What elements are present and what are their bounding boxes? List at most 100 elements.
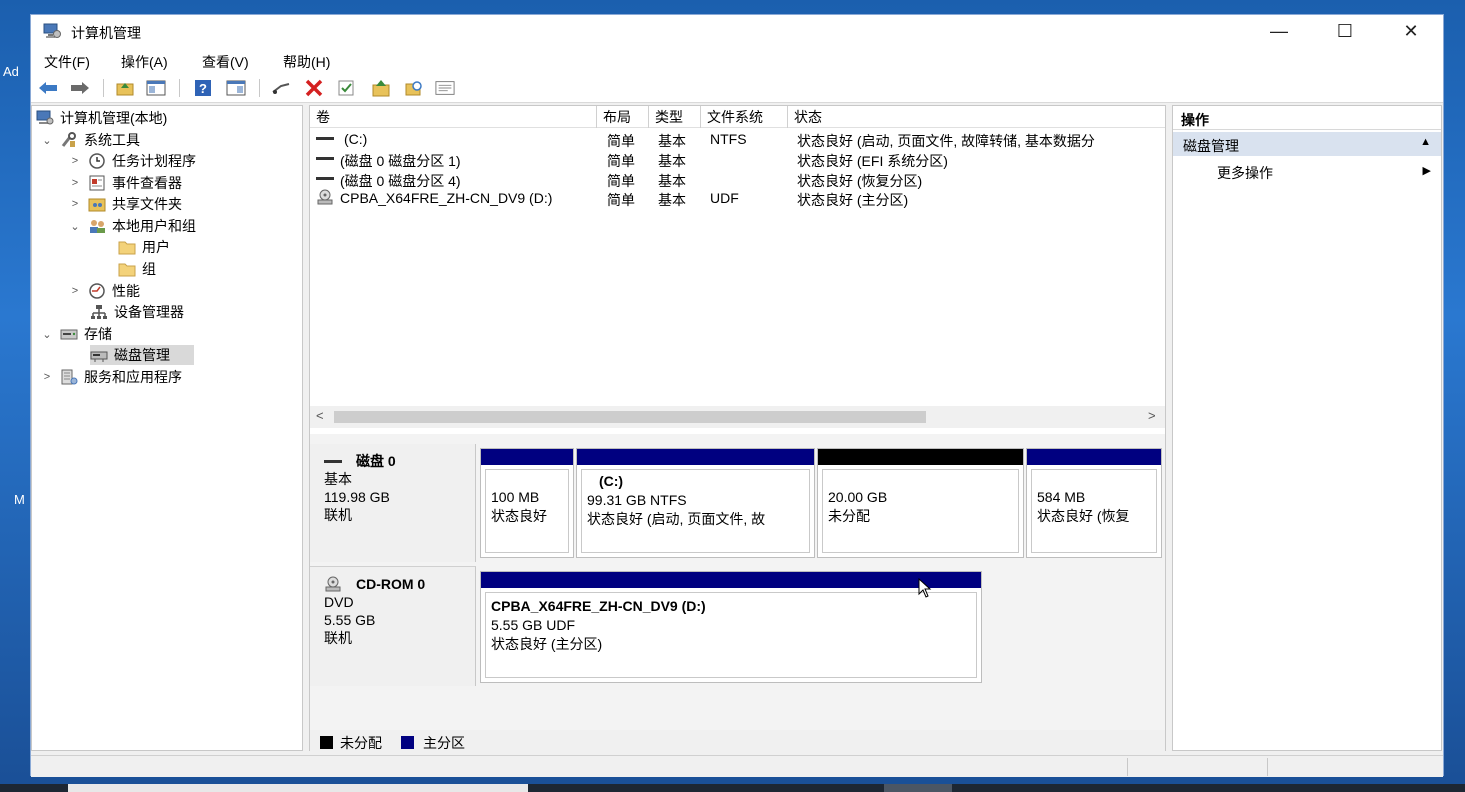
expand-toggle[interactable]: ⌄ <box>40 134 54 147</box>
tree-item-computer-management[interactable]: 计算机管理(本地) <box>36 108 167 128</box>
tree-item-local-users-groups[interactable]: ⌄ 本地用户和组 <box>68 216 196 236</box>
disk-type: 基本 <box>324 471 352 487</box>
tree-item-system-tools[interactable]: ⌄ 系统工具 <box>40 130 140 150</box>
tree-item-device-manager[interactable]: 设备管理器 <box>90 302 184 322</box>
folder-icon <box>118 241 136 255</box>
partition[interactable]: 100 MB 状态良好 <box>480 448 574 558</box>
volume-layout: 简单 <box>607 153 635 169</box>
tree-item-shared-folders[interactable]: > 共享文件夹 <box>68 194 182 214</box>
partition-recovery[interactable]: 584 MB 状态良好 (恢复 <box>1026 448 1162 558</box>
tree-item-storage[interactable]: ⌄ 存储 <box>40 324 112 344</box>
forward-arrow-icon[interactable] <box>70 78 90 98</box>
column-header-filesystem[interactable]: 文件系统 <box>701 106 788 128</box>
maximize-button[interactable]: ☐ <box>1312 15 1378 47</box>
back-arrow-icon[interactable] <box>38 78 58 98</box>
expand-toggle[interactable]: > <box>40 371 54 383</box>
clock-icon <box>89 153 105 169</box>
computer-management-window: 计算机管理 — ☐ ✕ 文件(F) 操作(A) 查看(V) 帮助(H) ? 计算… <box>30 14 1444 777</box>
partition-unallocated[interactable]: 20.00 GB 未分配 <box>817 448 1024 558</box>
volume-layout: 简单 <box>607 192 635 208</box>
tree-item-task-scheduler[interactable]: > 任务计划程序 <box>68 151 196 171</box>
volume-type: 基本 <box>658 133 686 149</box>
menu-action[interactable]: 操作(A) <box>121 52 168 72</box>
tree-label: 设备管理器 <box>114 304 184 320</box>
computer-mgmt-icon <box>36 110 54 125</box>
minimize-button[interactable]: — <box>1246 15 1312 47</box>
delete-icon[interactable] <box>304 78 324 98</box>
disk-state: 联机 <box>324 630 352 646</box>
close-button[interactable]: ✕ <box>1378 15 1444 47</box>
scroll-right-arrow-icon[interactable]: > <box>1148 408 1156 423</box>
column-header-layout[interactable]: 布局 <box>597 106 649 128</box>
menu-file[interactable]: 文件(F) <box>44 52 90 72</box>
column-header-type[interactable]: 类型 <box>649 106 701 128</box>
check-icon[interactable] <box>336 78 356 98</box>
scrollbar-thumb[interactable] <box>334 411 926 423</box>
collapse-arrow-icon[interactable]: ▲ <box>1420 136 1431 148</box>
legend: 未分配 主分区 <box>310 730 1165 752</box>
volume-name: CPBA_X64FRE_ZH-CN_DV9 (D:) <box>340 190 553 206</box>
scroll-left-arrow-icon[interactable]: < <box>316 408 324 423</box>
partition-status: 状态良好 <box>491 508 547 524</box>
section-label: 磁盘管理 <box>1183 138 1239 154</box>
tree-item-event-viewer[interactable]: > 事件查看器 <box>68 173 182 193</box>
disk-name: CD-ROM 0 <box>356 576 426 592</box>
up-folder-icon[interactable] <box>115 78 135 98</box>
volume-row[interactable]: (磁盘 0 磁盘分区 4) 简单 基本 状态良好 (恢复分区) <box>310 169 1165 189</box>
tree-label: 计算机管理(本地) <box>60 110 168 126</box>
partition-cdrom[interactable]: CPBA_X64FRE_ZH-CN_DV9 (D:) 5.55 GB UDF 状… <box>480 571 982 683</box>
menu-view[interactable]: 查看(V) <box>202 52 249 72</box>
taskbar-app-button[interactable] <box>884 784 952 792</box>
volume-icon <box>316 177 334 180</box>
tree-label: 用户 <box>142 239 170 255</box>
svg-text:?: ? <box>199 81 207 96</box>
tree-item-groups[interactable]: 组 <box>118 259 156 279</box>
volume-filesystem: NTFS <box>710 131 747 147</box>
properties-view-icon[interactable] <box>226 78 246 98</box>
tree-item-services-apps[interactable]: > 服务和应用程序 <box>40 367 182 387</box>
volume-row[interactable]: (C:) 简单 基本 NTFS 状态良好 (启动, 页面文件, 故障转储, 基本… <box>310 129 1165 149</box>
expand-toggle[interactable]: > <box>68 198 82 210</box>
partition-size: 5.55 GB UDF <box>491 617 576 633</box>
disk-size: 119.98 GB <box>324 489 390 505</box>
search-folder-icon[interactable] <box>404 78 424 98</box>
storage-icon <box>60 329 78 340</box>
tree-item-disk-management[interactable]: 磁盘管理 <box>90 345 194 365</box>
legend-swatch-unallocated <box>320 736 333 749</box>
up-level-icon[interactable] <box>371 78 391 98</box>
partition-c[interactable]: (C:) 99.31 GB NTFS 状态良好 (启动, 页面文件, 故 <box>576 448 815 558</box>
volume-row[interactable]: (磁盘 0 磁盘分区 1) 简单 基本 状态良好 (EFI 系统分区) <box>310 149 1165 169</box>
horizontal-scrollbar[interactable]: < > <box>310 406 1165 428</box>
actions-section-disk-management[interactable]: 磁盘管理 ▲ <box>1173 132 1441 156</box>
disk-management-pane: 卷 布局 类型 文件系统 状态 (C:) 简单 基本 NTFS 状态良好 (启动… <box>309 105 1167 752</box>
disk-name: 磁盘 0 <box>356 453 396 469</box>
column-header-volume[interactable]: 卷 <box>310 106 597 128</box>
disk-size: 5.55 GB <box>324 612 376 628</box>
desktop-label-fragment: M <box>14 492 25 507</box>
column-header-status[interactable]: 状态 <box>788 106 1167 128</box>
more-actions-item[interactable]: 更多操作 ▶ <box>1173 160 1441 182</box>
disk-management-icon <box>90 351 108 362</box>
list-view-icon[interactable] <box>435 78 455 98</box>
connect-icon[interactable] <box>271 78 291 98</box>
tree-item-users[interactable]: 用户 <box>118 237 170 257</box>
taskbar-search-box[interactable] <box>68 784 528 792</box>
title-bar: 计算机管理 — ☐ ✕ <box>31 15 1443 47</box>
menu-help[interactable]: 帮助(H) <box>283 52 330 72</box>
tree-item-performance[interactable]: > 性能 <box>68 281 140 301</box>
expand-toggle[interactable]: > <box>68 177 82 189</box>
expand-toggle[interactable]: > <box>68 155 82 167</box>
cdrom-info[interactable]: CD-ROM 0 DVD 5.55 GB 联机 <box>310 566 476 686</box>
expand-toggle[interactable]: ⌄ <box>40 328 54 341</box>
expand-toggle[interactable]: > <box>68 285 82 297</box>
disk-info[interactable]: 磁盘 0 基本 119.98 GB 联机 <box>310 444 476 562</box>
desktop-label-fragment: Ad <box>3 64 19 79</box>
partition-size: 584 MB <box>1037 489 1086 505</box>
volume-name: (磁盘 0 磁盘分区 1) <box>340 153 461 169</box>
help-icon[interactable]: ? <box>193 78 213 98</box>
show-hide-tree-icon[interactable] <box>146 78 166 98</box>
partition-bar <box>481 449 573 465</box>
tree-label: 组 <box>142 261 156 277</box>
volume-row[interactable]: CPBA_X64FRE_ZH-CN_DV9 (D:) 简单 基本 UDF 状态良… <box>310 188 1165 208</box>
expand-toggle[interactable]: ⌄ <box>68 220 82 233</box>
